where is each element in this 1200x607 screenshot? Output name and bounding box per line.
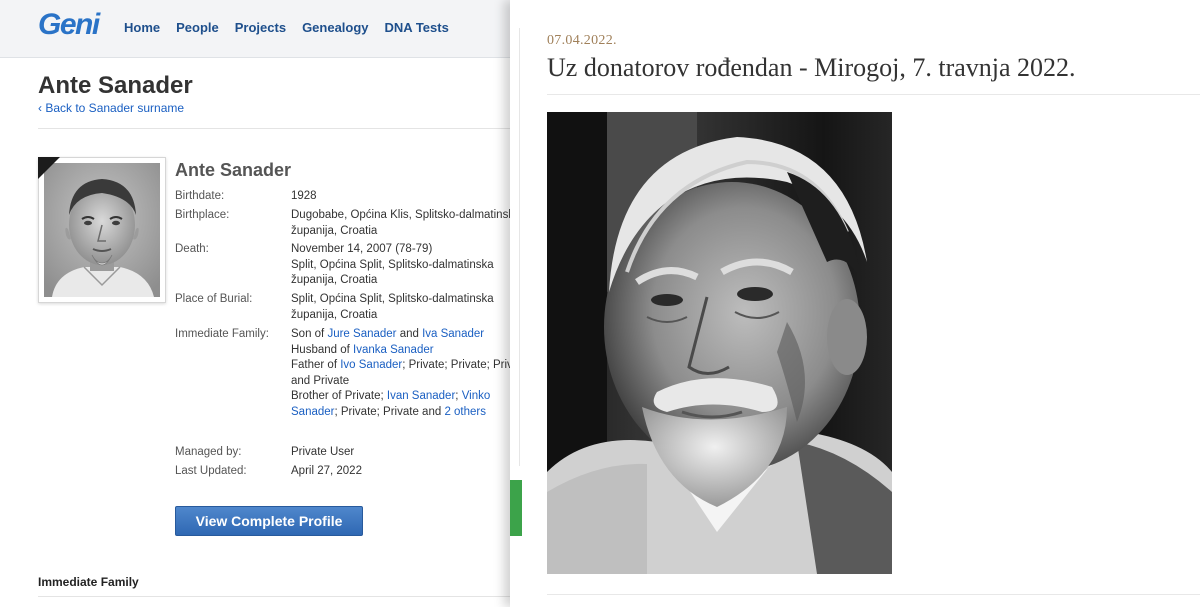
birthdate-value: 1928 (291, 190, 317, 202)
managed-by-value: Private User (291, 446, 355, 458)
geni-logo[interactable]: Geni (38, 8, 100, 42)
fact-birthplace: Birthplace: Dugobabe, Općina Klis, Split… (175, 208, 510, 242)
child-link[interactable]: Ivo Sanader (340, 359, 402, 371)
brother-rest-text: ; Private; Private and (334, 405, 445, 418)
death-label: Death: (175, 243, 209, 255)
profile-name: Ante Sanader (175, 160, 292, 180)
death-date: November 14, 2007 (78-79) (291, 243, 433, 255)
nav-people[interactable]: People (176, 20, 219, 35)
geni-profile-window: Geni Home People Projects Genealogy DNA … (0, 0, 510, 607)
article-window: 07.04.2022. Uz donatorov rođendan - Miro… (510, 0, 1200, 607)
last-updated-label: Last Updated: (175, 465, 247, 477)
husband-of-text: Husband of (291, 343, 354, 356)
death-place-line1: Split, Općina Split, Splitsko-dalmatinsk… (291, 258, 494, 271)
others-link[interactable]: 2 others (444, 406, 486, 418)
brother-ivan-link[interactable]: Ivan Sanader (387, 390, 455, 402)
article-title[interactable]: Uz donatorov rođendan - Mirogoj, 7. trav… (547, 53, 1076, 83)
wife-link[interactable]: Ivanka Sanader (353, 344, 434, 356)
brother-of-text: Brother of Private; (291, 390, 387, 402)
brother-vinko-link[interactable]: Vinko (462, 390, 491, 402)
nav-home[interactable]: Home (124, 20, 160, 35)
geni-header: Geni Home People Projects Genealogy DNA … (0, 0, 510, 58)
mother-link[interactable]: Iva Sanader (422, 328, 484, 340)
managed-by-label: Managed by: (175, 446, 242, 458)
burial-label: Place of Burial: (175, 293, 253, 305)
last-updated-value: April 27, 2022 (291, 465, 362, 477)
green-tab (510, 480, 522, 536)
profile-photo-image (44, 163, 160, 297)
father-of-text: Father of (291, 359, 341, 371)
geni-main-nav: Home People Projects Genealogy DNA Tests (124, 20, 465, 35)
fact-immediate-family: Immediate Family: Son of Jure Sanader an… (175, 327, 510, 445)
divider (547, 594, 1200, 595)
fact-birthdate: Birthdate: 1928 (175, 189, 510, 208)
fact-death: Death: November 14, 2007 (78-79) Split, … (175, 242, 510, 292)
birthplace-value-line1: Dugobabe, Općina Klis, Splitsko-dalmatin… (291, 209, 510, 221)
divider (38, 596, 510, 597)
family-brother-of-cont: Sanader; Private; Private and 2 others (291, 405, 510, 421)
back-to-surname-link[interactable]: ‹ Back to Sanader surname (38, 101, 184, 115)
article-date: 07.04.2022. (547, 33, 617, 48)
birthdate-label: Birthdate: (175, 190, 225, 202)
nav-projects[interactable]: Projects (235, 20, 286, 35)
son-of-text: Son of (291, 328, 328, 340)
immediate-family-label: Immediate Family: (175, 328, 269, 340)
father-of-rest-text: ; Private; Private; Private (402, 359, 510, 371)
profile-facts: Birthdate: 1928 Birthplace: Dugobabe, Op… (175, 189, 510, 483)
birthplace-value-line2: županija, Croatia (291, 224, 378, 237)
and-text: and (396, 328, 423, 340)
burial-place-line2: županija, Croatia (291, 308, 378, 321)
brother-vinko-link-cont[interactable]: Sanader (291, 406, 334, 418)
deceased-ribbon (38, 157, 60, 179)
burial-place-line1: Split, Općina Split, Splitsko-dalmatinsk… (291, 293, 494, 305)
family-and-private: and Private (291, 374, 350, 387)
view-complete-profile-button[interactable]: View Complete Profile (175, 506, 363, 536)
nav-genealogy[interactable]: Genealogy (302, 20, 368, 35)
divider (547, 94, 1200, 95)
immediate-family-heading: Immediate Family (38, 575, 139, 589)
family-brother-of: Brother of Private; Ivan Sanader; Vinko (291, 389, 510, 405)
family-husband-of: Husband of Ivanka Sanader (291, 343, 510, 359)
family-son-of: Son of Jure Sanader and Iva Sanader (291, 327, 510, 343)
fact-managed-by: Managed by: Private User (175, 445, 510, 464)
divider (38, 128, 510, 129)
fact-last-updated: Last Updated: April 27, 2022 (175, 464, 510, 483)
window-edge (510, 28, 520, 466)
nav-dna-tests[interactable]: DNA Tests (385, 20, 449, 35)
page-title: Ante Sanader (38, 72, 193, 99)
family-father-of: Father of Ivo Sanader; Private; Private;… (291, 358, 510, 374)
fact-burial: Place of Burial: Split, Općina Split, Sp… (175, 292, 510, 327)
death-place-line2: županija, Croatia (291, 274, 378, 286)
father-link[interactable]: Jure Sanader (327, 328, 396, 340)
birthplace-label: Birthplace: (175, 209, 230, 221)
article-photo[interactable] (547, 112, 892, 574)
portrait-photo-image (547, 112, 892, 574)
